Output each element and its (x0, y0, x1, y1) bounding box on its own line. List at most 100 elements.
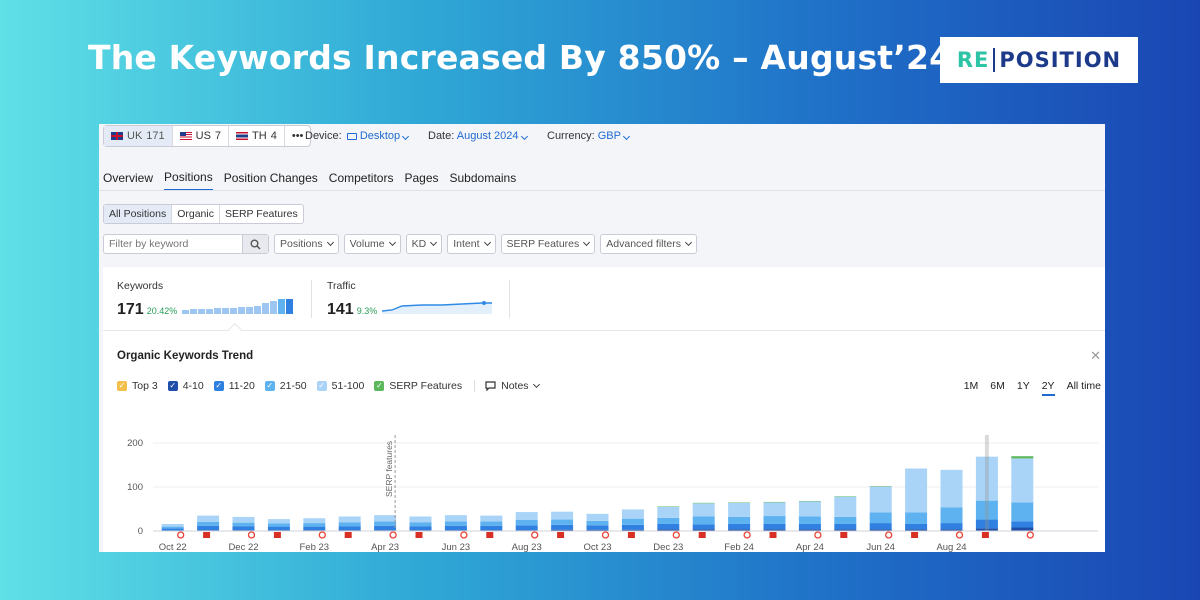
google-update-icon (955, 531, 964, 539)
bar-segment (444, 525, 467, 531)
bar-segment (480, 525, 503, 531)
period-selector: 1M 6M 1Y 2Y All time (964, 380, 1101, 396)
device-selector[interactable]: Device: Desktop (305, 130, 410, 142)
bar-segment (551, 511, 574, 520)
traffic-change: 9.3% (356, 306, 378, 316)
bar-segment (374, 521, 397, 526)
bar-segment (232, 516, 255, 523)
notes-dropdown[interactable]: Notes (474, 380, 540, 392)
positions-filter[interactable]: Positions (274, 234, 339, 254)
bar-segment (303, 526, 326, 531)
bar-segment (728, 502, 751, 517)
bar-segment (834, 516, 857, 524)
bar-segment (763, 502, 786, 517)
organic-keywords-chart: 0 100 200 SERP features Oct 22 Dec 22 Feb 23 Ap… (127, 435, 1098, 552)
bar-segment (515, 520, 538, 526)
logo-text-right: POSITION (999, 48, 1122, 72)
kd-filter[interactable]: KD (405, 234, 443, 254)
keywords-metric[interactable]: Keywords 171 20.42% (117, 280, 298, 319)
google-update-icon (247, 531, 256, 539)
google-update-icon (1026, 531, 1034, 539)
checkbox-icon: ✓ (264, 381, 275, 391)
bar-segment (197, 515, 220, 522)
bar-segment (798, 523, 821, 530)
search-icon (250, 239, 261, 250)
note-flag-icon (486, 532, 494, 538)
bar-segment (728, 523, 751, 530)
note-flag-icon (698, 532, 706, 538)
segment-serp-features[interactable]: SERP Features (220, 205, 303, 223)
bar-segment (798, 501, 821, 517)
legend-51-100[interactable]: ✓ 51-100 (316, 380, 364, 392)
legend-top-3[interactable]: ✓ Top 3 (117, 380, 158, 392)
reposition-logo: RE POSITION (940, 37, 1138, 83)
google-update-icon (601, 531, 610, 539)
segment-all-positions[interactable]: All Positions (104, 205, 173, 223)
legend-21-50[interactable]: ✓ 21-50 (264, 380, 307, 392)
x-tick-label: Jun 24 (866, 542, 895, 552)
x-tick-label: Apr 24 (796, 542, 824, 552)
note-flag-icon (203, 532, 211, 538)
database-selector: UK 171 US 7 TH 4 ••• (103, 125, 312, 147)
x-tick-label: Apr 23 (371, 542, 399, 552)
period-2y[interactable]: 2Y (1041, 380, 1055, 396)
database-us[interactable]: US 7 (173, 126, 230, 146)
logo-text-left: RE (956, 48, 990, 72)
segment-organic[interactable]: Organic (172, 205, 220, 223)
database-th[interactable]: TH 4 (229, 126, 285, 146)
traffic-sparkline (382, 301, 493, 314)
tab-overview[interactable]: Overview (103, 171, 153, 190)
google-update-icon (389, 531, 397, 539)
google-update-icon (814, 531, 822, 539)
search-button[interactable] (242, 235, 268, 253)
chevron-down-icon (622, 132, 630, 141)
bar-segment (940, 507, 963, 524)
period-6m[interactable]: 6M (990, 380, 1005, 396)
legend-serp-features[interactable]: ✓ SERP Features (374, 380, 462, 392)
period-1y[interactable]: 1Y (1017, 380, 1030, 396)
bar-segment (409, 522, 432, 527)
keyword-filter-input[interactable] (104, 235, 242, 253)
close-icon[interactable]: ✕ (1090, 348, 1101, 364)
legend-4-10[interactable]: ✓ 4-10 (167, 380, 204, 392)
bar-segment (834, 523, 857, 530)
google-update-icon (177, 531, 185, 539)
bar-segment (1011, 456, 1034, 459)
google-update-icon (743, 531, 751, 539)
period-all-time[interactable]: All time (1067, 380, 1101, 396)
intent-filter[interactable]: Intent (447, 234, 496, 254)
google-update-icon (672, 531, 680, 539)
bar-segment (161, 526, 184, 529)
bar-segment (692, 524, 715, 530)
period-1m[interactable]: 1M (964, 380, 979, 396)
note-flag-icon (557, 532, 565, 538)
tab-positions[interactable]: Positions (164, 170, 213, 191)
tab-position-changes[interactable]: Position Changes (224, 171, 318, 190)
x-tick-label: Aug 24 (936, 542, 966, 552)
bar-segment (586, 525, 609, 530)
currency-selector[interactable]: Currency: GBP (547, 130, 630, 142)
tab-subdomains[interactable]: Subdomains (450, 171, 517, 190)
volume-filter[interactable]: Volume (343, 234, 401, 254)
traffic-metric[interactable]: Traffic 141 9.3% (327, 280, 494, 319)
tab-pages[interactable]: Pages (404, 171, 438, 190)
keywords-value: 171 (117, 301, 144, 318)
x-tick-label: Dec 23 (653, 542, 683, 552)
bar-segment (692, 516, 715, 525)
chevron-down-icon (583, 238, 591, 247)
advanced-filters[interactable]: Advanced filters (600, 234, 697, 254)
note-flag-icon (627, 532, 635, 538)
bar-segment (551, 519, 574, 525)
bar-segment (480, 515, 503, 522)
database-uk[interactable]: UK 171 (104, 126, 173, 146)
page-headline: The Keywords Increased By 850% – August’… (88, 38, 953, 77)
date-selector[interactable]: Date: August 2024 (428, 130, 528, 142)
traffic-value: 141 (327, 301, 354, 318)
chevron-down-icon (483, 238, 491, 247)
chart-title: Organic Keywords Trend (117, 350, 254, 362)
serp-features-filter[interactable]: SERP Features (500, 234, 596, 254)
bar-segment (728, 516, 751, 524)
tab-competitors[interactable]: Competitors (329, 171, 394, 190)
note-flag-icon (911, 532, 919, 538)
legend-11-20[interactable]: ✓ 11-20 (213, 380, 255, 392)
